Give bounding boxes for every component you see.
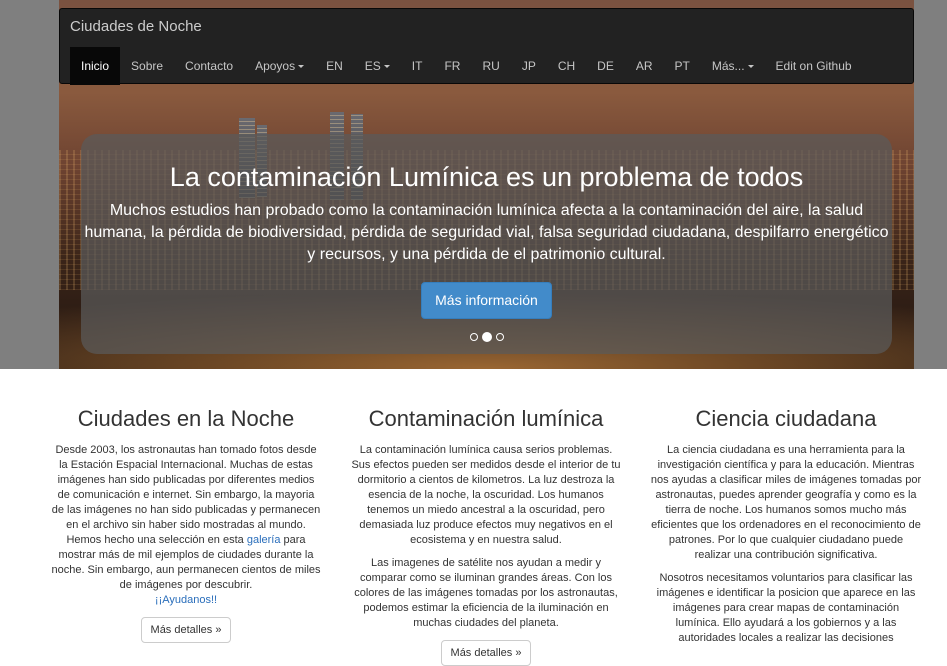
nav-item-lang-ar[interactable]: AR — [625, 47, 664, 85]
caret-down-icon — [383, 65, 390, 69]
more-details-button[interactable]: Más detalles » — [440, 640, 532, 666]
column-text: Las imagenes de satélite nos ayudan a me… — [354, 557, 618, 629]
nav-item-inicio[interactable]: Inicio — [70, 47, 121, 85]
column-ciencia-ciudadana: Ciencia ciudadana La ciencia ciudadana e… — [650, 404, 922, 646]
nav-item-lang-it[interactable]: IT — [401, 47, 434, 85]
navbar-brand[interactable]: Ciudades de Noche — [70, 18, 202, 35]
nav-item-lang-fr[interactable]: FR — [433, 47, 471, 85]
column-text-part: Desde 2003, los astronautas han tomado f… — [51, 444, 321, 546]
carousel-text: Muchos estudios han probado como la cont… — [84, 202, 889, 263]
nav-item-label: Apoyos — [255, 59, 296, 73]
column-ciudades-noche: Ciudades en la Noche Desde 2003, los ast… — [50, 404, 322, 643]
gallery-link[interactable]: galería — [247, 534, 281, 546]
carousel-title: La contaminación Lumínica es un problema… — [169, 162, 804, 192]
nav-item-lang-en[interactable]: EN — [315, 47, 354, 85]
column-contaminacion-luminica: Contaminación lumínica La contaminación … — [350, 404, 622, 666]
column-title: Contaminación lumínica — [368, 406, 604, 431]
nav-item-contacto[interactable]: Contacto — [174, 47, 244, 85]
nav-item-edit-github[interactable]: Edit on Github — [765, 47, 863, 85]
column-title: Ciudades en la Noche — [77, 406, 295, 431]
carousel-caption: La contaminación Lumínica es un problema… — [81, 134, 892, 354]
nav-item-more-dropdown[interactable]: Más... — [701, 47, 765, 85]
nav-item-lang-pt[interactable]: PT — [664, 47, 701, 85]
column-text: La contaminación lumínica causa serios p… — [351, 444, 621, 546]
column-text: Desde 2003, los astronautas han tomado f… — [50, 443, 322, 608]
column-title: Ciencia ciudadana — [695, 406, 877, 431]
more-details-button[interactable]: Más detalles » — [140, 617, 232, 643]
caret-down-icon — [747, 65, 754, 69]
carousel-indicator-3[interactable] — [495, 333, 504, 341]
nav-item-lang-jp[interactable]: JP — [511, 47, 547, 85]
help-us-link[interactable]: ¡¡Ayudanos!! — [155, 594, 217, 606]
more-info-button[interactable]: Más información — [421, 282, 552, 319]
carousel-indicators — [81, 332, 892, 342]
nav-item-sobre[interactable]: Sobre — [120, 47, 174, 85]
carousel-indicator-2[interactable] — [481, 332, 492, 342]
nav-item-label: ES — [364, 59, 381, 73]
nav-item-label: Más... — [711, 59, 745, 73]
column-text: La ciencia ciudadana es una herramienta … — [650, 444, 922, 561]
carousel-indicator-1[interactable] — [469, 333, 478, 341]
caret-down-icon — [298, 65, 305, 69]
navbar: Ciudades de Noche Inicio Sobre Contacto … — [59, 8, 914, 85]
nav-item-lang-de[interactable]: DE — [586, 47, 625, 85]
nav-menu: Inicio Sobre Contacto Apoyos EN ES IT FR… — [70, 47, 863, 85]
nav-item-lang-ch[interactable]: CH — [547, 47, 586, 85]
nav-item-lang-ru[interactable]: RU — [471, 47, 510, 85]
nav-item-lang-es-dropdown[interactable]: ES — [354, 47, 401, 85]
column-text: Nosotros necesitamos voluntarios para cl… — [656, 572, 916, 644]
nav-item-apoyos-dropdown[interactable]: Apoyos — [244, 47, 315, 85]
